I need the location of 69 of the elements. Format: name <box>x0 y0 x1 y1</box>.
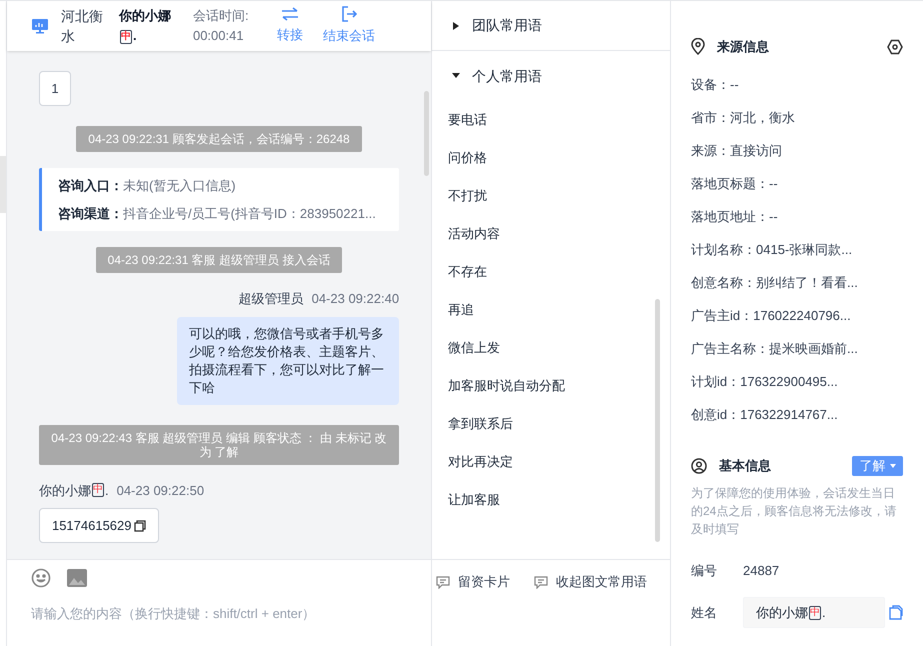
notice-text: 为了保障您的使用体验，会话发生当日的24点之后，顾客信息将无法修改，请及时填写 <box>691 484 898 538</box>
info-value: 抖音企业号/员工号(抖音号ID：283950221... <box>122 204 376 223</box>
field-label: 编号 <box>691 562 718 580</box>
message-bubble: 可以的哦，您微信号或者手机号多少呢？给您发价格表、主题客片、拍摄流程看下，您可以对比了解一下哈 <box>177 316 400 404</box>
location-pin-icon <box>691 38 705 56</box>
exit-icon <box>340 6 357 22</box>
settings-icon[interactable] <box>887 38 903 55</box>
phrase-item[interactable]: 不存在 <box>432 253 670 291</box>
system-notice: 04-23 09:22:43 客服 超级管理员 编辑 顾客状态 ： 由 未标记 改为 了解 <box>38 424 400 464</box>
phrase-item[interactable]: 不打扰 <box>432 177 670 215</box>
system-notice: 04-23 09:22:31 顾客发起会话，会话编号：26248 <box>76 126 362 152</box>
phrase-group-header[interactable]: 团队常用语 <box>432 1 670 51</box>
source-info-row-text: 计划名称：0415-张琳同款... <box>691 241 854 260</box>
lead-card-button[interactable]: 留资卡片 <box>436 572 510 592</box>
message-icon <box>534 576 548 588</box>
source-info-row-text: 来源：直接访问 <box>691 142 783 160</box>
visitor-name: 你的小娜 中. <box>118 7 172 46</box>
section-title: 来源信息 <box>717 38 769 56</box>
source-info-row-text: 广告主id：176022240796... <box>691 307 852 326</box>
field-label: 姓名 <box>691 604 718 622</box>
info-label: 咨询入口： <box>58 177 123 195</box>
mahjong-tile-icon: 中 <box>809 606 821 620</box>
section-title: 基本信息 <box>719 456 771 475</box>
phrase-item[interactable]: 问价格 <box>432 139 670 177</box>
message-text: 15174615629 <box>52 516 132 535</box>
swap-arrows-icon <box>280 7 299 22</box>
source-info-row-text: 设备：-- <box>691 76 740 94</box>
phrase-item[interactable]: 再追 <box>432 291 670 329</box>
source-info-row-text: 落地页地址：-- <box>691 208 779 226</box>
phrase-item[interactable]: 拿到联系后 <box>432 405 670 443</box>
message-input[interactable]: 请输入您的内容（换行快捷键：shift/ctrl + enter） <box>30 604 408 624</box>
copy-icon[interactable] <box>889 605 903 620</box>
phrase-item[interactable]: 对比再决定 <box>432 443 670 481</box>
collapse-phrases-button[interactable]: 收起图文常用语 <box>534 572 648 592</box>
message-time: 04-23 09:22:40 <box>312 290 400 308</box>
copy-icon <box>134 520 146 532</box>
sender-name: 你的小娜 中. <box>38 482 109 500</box>
source-info-row-text: 落地页标题：-- <box>691 175 779 194</box>
info-value: 未知(暂无入口信息) <box>122 177 236 195</box>
source-info-row-text: 计划id：176322900495... <box>691 373 839 392</box>
caret-right-icon <box>452 22 460 30</box>
phrase-item[interactable]: 加客服时说自动分配 <box>432 367 670 405</box>
mahjong-tile-icon: 中 <box>120 30 132 44</box>
phrase-item[interactable]: 让加客服 <box>432 481 670 519</box>
monitor-icon <box>30 18 49 34</box>
field-value: 24887 <box>743 562 780 580</box>
source-info-row-text: 省市：河北，衡水 <box>691 109 796 128</box>
caret-down-icon <box>890 464 896 468</box>
phrase-item[interactable]: 活动内容 <box>432 215 670 253</box>
system-notice: 04-23 09:22:31 客服 超级管理员 接入会话 <box>96 247 342 273</box>
caret-down-icon <box>452 72 460 80</box>
message-icon <box>436 576 450 588</box>
session-time: 00:00:41 <box>192 27 245 45</box>
session-time-label: 会话时间: <box>192 7 250 25</box>
phrase-group-header[interactable]: 个人常用语 <box>432 51 670 101</box>
info-label: 咨询渠道： <box>58 204 123 222</box>
phrase-item[interactable]: 微信上发 <box>432 329 670 367</box>
mahjong-tile-icon: 中 <box>92 483 104 498</box>
source-info-row-text: 创意id：176322914767... <box>691 406 839 424</box>
user-circle-icon <box>691 458 707 474</box>
message-card: 1 <box>38 71 71 106</box>
source-info-row-text: 广告主名称：提米映画婚前... <box>691 340 859 358</box>
sender-name: 超级管理员 <box>238 290 304 308</box>
phrase-item[interactable]: 要电话 <box>432 101 670 139</box>
emoji-icon[interactable] <box>30 568 51 588</box>
visitor-location: 河北衡水 <box>60 7 104 46</box>
image-icon[interactable] <box>66 569 87 587</box>
message-time: 04-23 09:22:50 <box>116 482 204 500</box>
source-info-row-text: 创意名称：别纠结了！看看... <box>691 274 859 292</box>
